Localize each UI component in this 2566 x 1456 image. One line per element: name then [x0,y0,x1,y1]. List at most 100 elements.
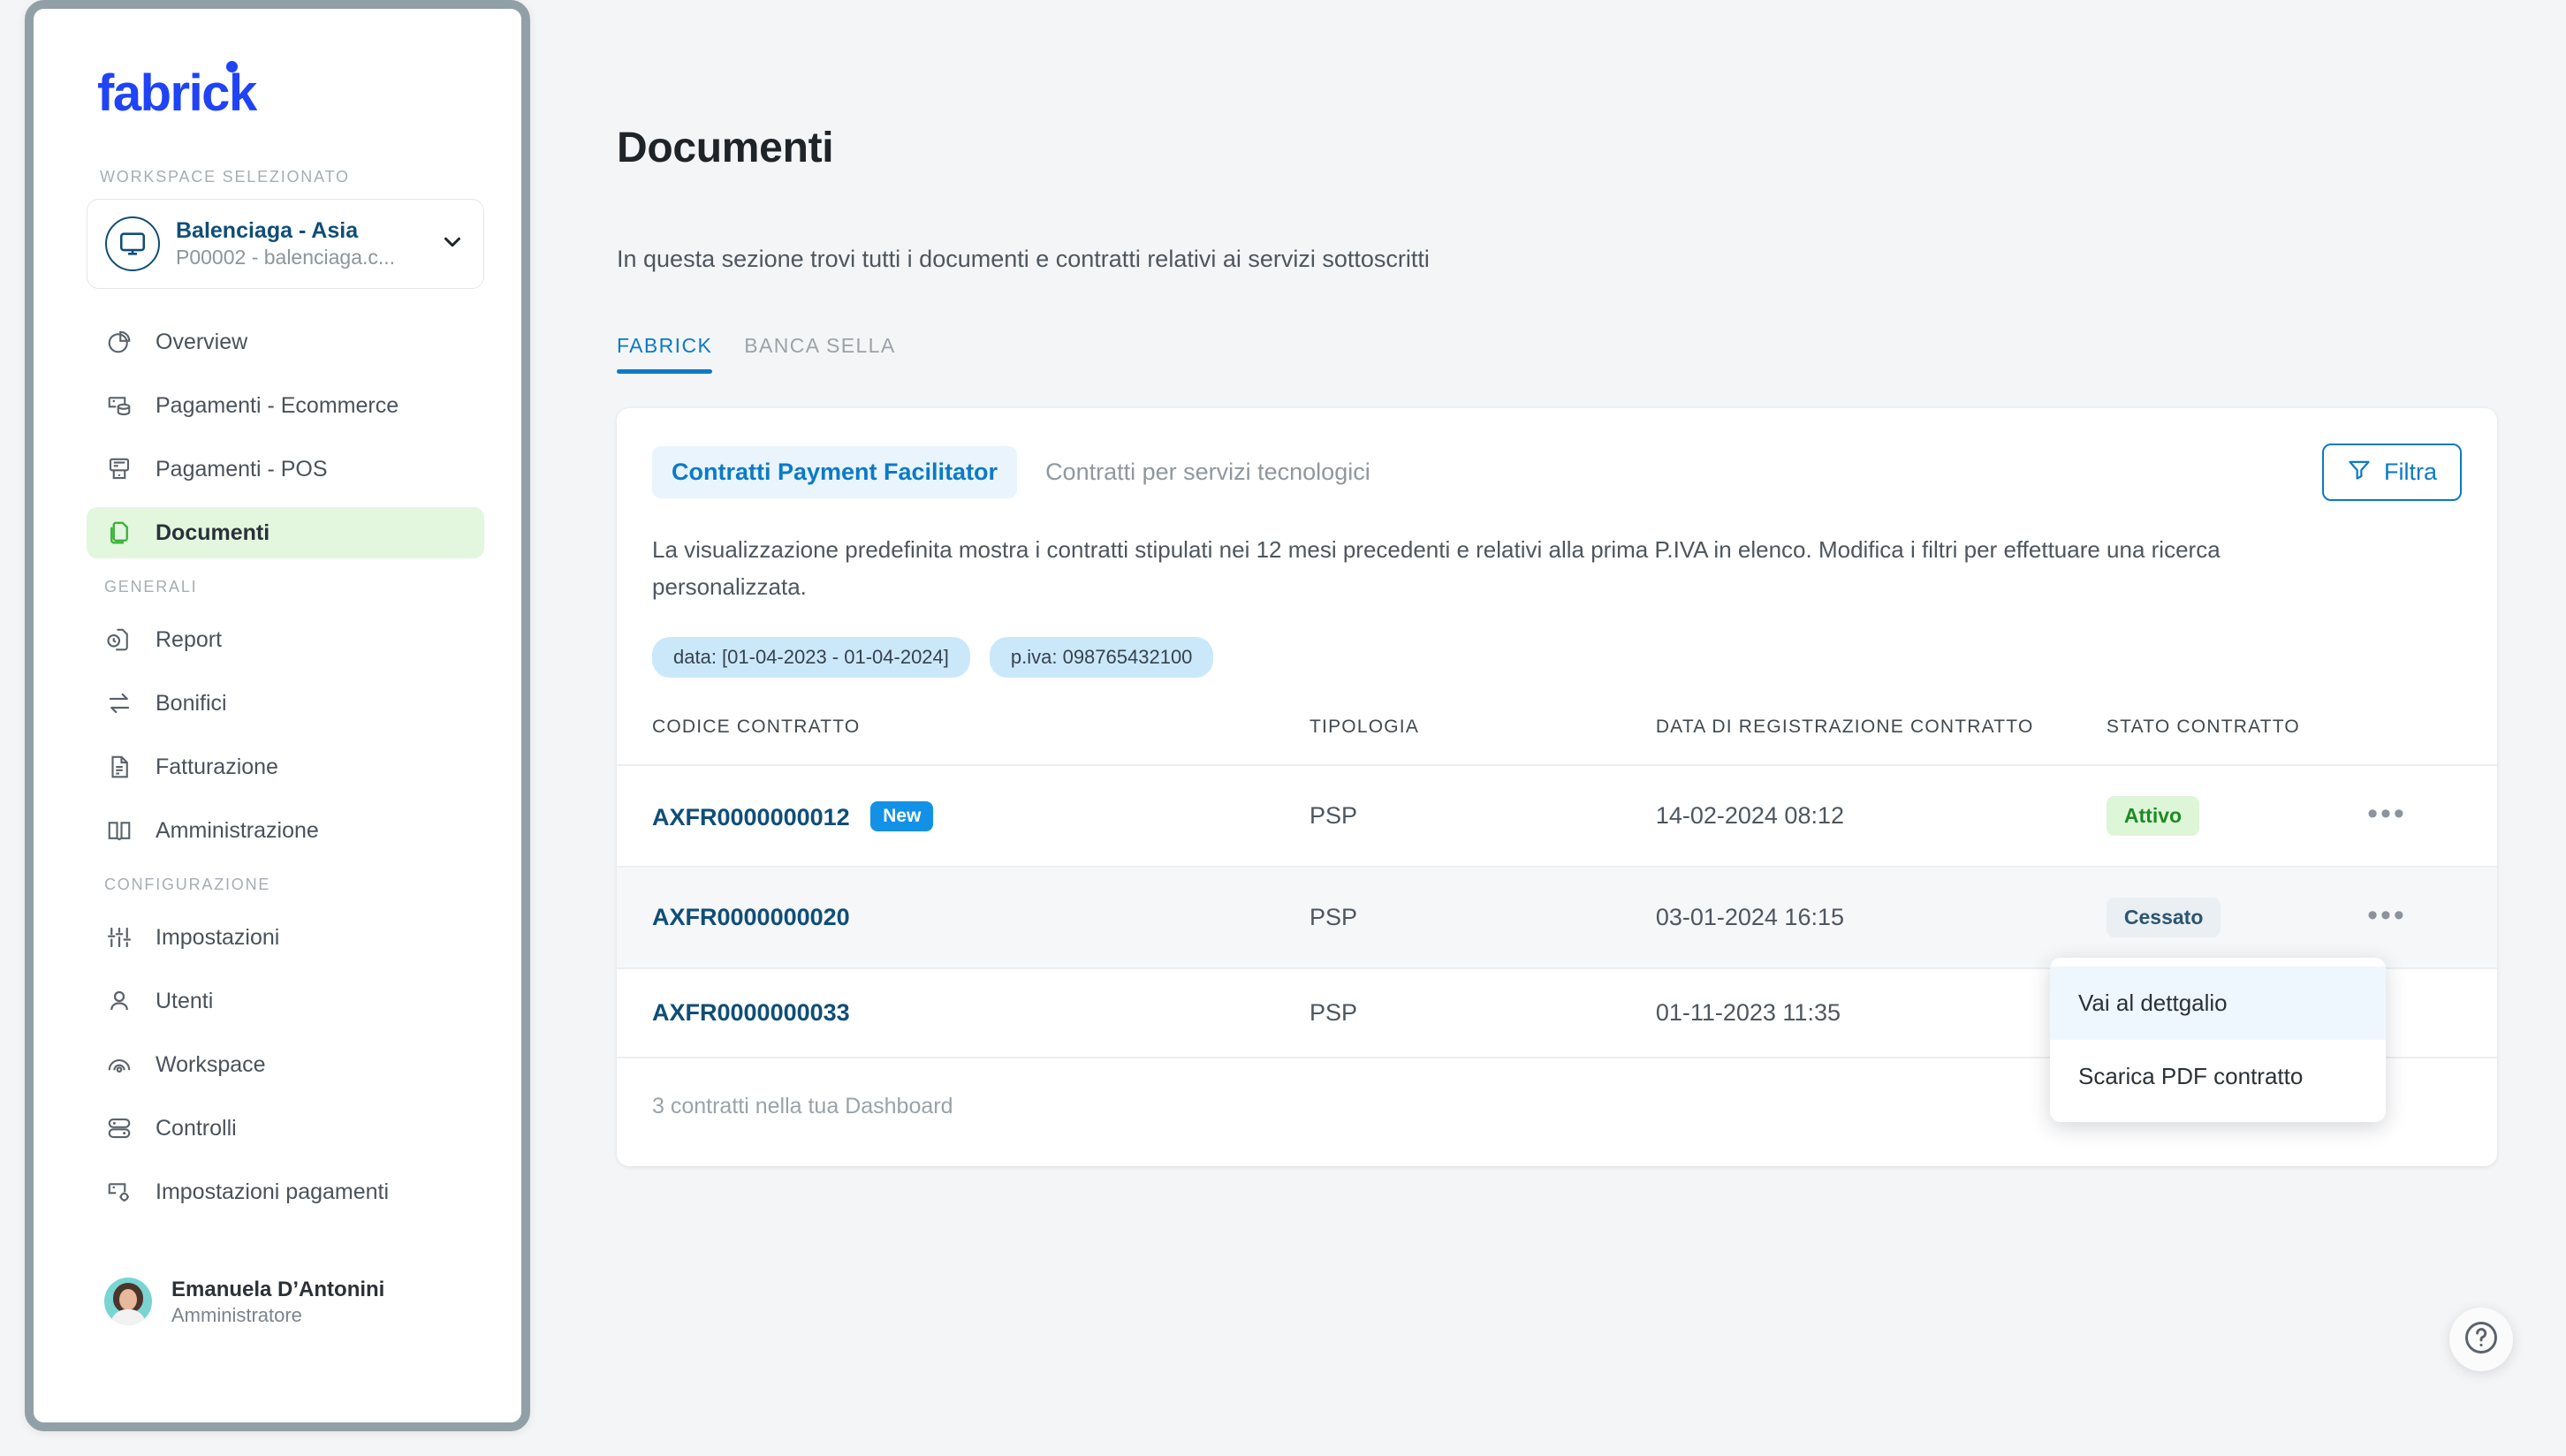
user-role: Amministratore [171,1303,302,1326]
column-header-stato-contratto: STATO CONTRATTO [2106,717,2368,767]
workspace-radar-icon [104,1050,134,1080]
sidebar-item-report[interactable]: Report [87,614,484,665]
contract-code-link[interactable]: AXFR0000000033 [652,999,850,1026]
monitor-icon [105,216,160,271]
main-tabs: FABRICK BANCA SELLA [617,334,896,374]
cell-data-registrazione: 03-01-2024 16:15 [1655,867,2107,970]
payment-settings-icon [104,1177,134,1207]
sidebar-item-label: Documenti [156,519,270,545]
segmented-control: Contratti Payment Facilitator Contratti … [652,446,1390,498]
transfer-arrows-icon [104,688,134,718]
sidebar-item-label: Utenti [156,988,214,1013]
menu-item-scarica-pdf-contratto[interactable]: Scarica PDF contratto [2050,1040,2386,1113]
sidebar-item-controlli[interactable]: Controlli [87,1103,484,1154]
cell-tipologia: PSP [1310,765,1656,868]
sidebar-item-utenti[interactable]: Utenti [87,975,484,1027]
sidebar-item-fatturazione[interactable]: Fatturazione [87,741,484,792]
sidebar-item-label: Fatturazione [156,754,278,779]
table-row[interactable]: AXFR0000000012 New PSP 14-02-2024 08:12 … [617,765,2497,868]
table-header: CODICE CONTRATTO TIPOLOGIA DATA DI REGIS… [617,717,2497,767]
row-actions-menu-button[interactable]: ••• [2367,899,2407,932]
status-badge: Cessato [2106,898,2221,938]
logo-dot-icon [226,61,238,72]
chevron-down-icon[interactable] [439,229,466,260]
sidebar-item-pagamenti-ecommerce[interactable]: Pagamenti - Ecommerce [87,380,484,431]
contract-code-link[interactable]: AXFR0000000020 [652,904,850,930]
sidebar-user-text: Emanuela D’Antonini Amministratore [171,1277,384,1328]
contract-code-link[interactable]: AXFR0000000012 [652,804,850,830]
page-title: Documenti [617,125,834,171]
filter-button-label: Filtra [2384,459,2437,485]
help-button[interactable] [2449,1308,2513,1371]
column-header-tipologia: TIPOLOGIA [1310,717,1656,767]
invoice-icon [104,752,134,782]
sidebar-item-label: Amministrazione [156,817,319,843]
fabrick-logo[interactable]: fabrick [97,61,257,123]
sidebar-item-label: Overview [156,329,248,354]
cell-codice-contratto: AXFR0000000033 [617,968,1310,1059]
sidebar-item-documenti[interactable]: Documenti [87,507,484,558]
cell-codice-contratto: AXFR0000000012 New [617,765,1310,868]
card-header: Contratti Payment Facilitator Contratti … [617,444,2497,501]
row-actions-menu-button[interactable]: ••• [2367,797,2407,830]
filter-chip-piva[interactable]: p.iva: 098765432100 [989,637,1214,679]
status-badge: Attivo [2106,796,2200,837]
user-icon [104,986,134,1016]
cell-stato: Cessato [2106,867,2368,970]
toggles-icon [104,1113,134,1143]
cell-stato: Attivo [2106,765,2368,868]
pie-chart-icon [104,327,134,357]
sidebar-nav: Overview Pagamenti - Ecommerce Pagamenti… [87,316,484,1230]
sidebar-item-amministrazione[interactable]: Amministrazione [87,805,484,856]
table-row[interactable]: AXFR0000000020 PSP 03-01-2024 16:15 Cess… [617,867,2497,970]
sidebar-item-label: Pagamenti - POS [156,456,328,482]
table-header-row: CODICE CONTRATTO TIPOLOGIA DATA DI REGIS… [617,717,2497,767]
workspace-selector[interactable]: Balenciaga - Asia P00002 - balenciaga.c.… [87,199,484,289]
avatar-body [110,1309,146,1326]
sidebar-item-label: Pagamenti - Ecommerce [156,392,399,418]
workspace-section-label: WORKSPACE SELEZIONATO [100,168,350,186]
tab-banca-sella[interactable]: BANCA SELLA [744,334,895,374]
sidebar-item-bonifici[interactable]: Bonifici [87,678,484,729]
sidebar-item-overview[interactable]: Overview [87,316,484,368]
sidebar-item-impostazioni[interactable]: Impostazioni [87,912,484,963]
column-header-actions [2367,717,2497,767]
segment-contratti-payment-facilitator[interactable]: Contratti Payment Facilitator [652,446,1018,498]
menu-item-vai-al-dettaglio[interactable]: Vai al dettgalio [2050,967,2386,1040]
sliders-icon [104,922,134,952]
sidebar-item-label: Workspace [156,1051,266,1077]
cell-actions: ••• [2367,765,2497,868]
filter-chip-data[interactable]: data: [01-04-2023 - 01-04-2024] [652,637,970,679]
sidebar-item-label: Controlli [156,1115,237,1141]
sidebar-item-label: Impostazioni [156,924,280,950]
sidebar: fabrick WORKSPACE SELEZIONATO Balenciaga… [34,9,521,1422]
sidebar-item-label: Report [156,626,223,652]
sidebar-item-label: Bonifici [156,690,227,716]
filter-button[interactable]: Filtra [2322,444,2462,501]
filter-funnel-icon [2347,457,2372,488]
user-name: Emanuela D’Antonini [171,1277,385,1301]
report-clock-icon [104,625,134,655]
sidebar-item-impostazioni-pagamenti[interactable]: Impostazioni pagamenti [87,1166,484,1217]
active-filter-chips: data: [01-04-2023 - 01-04-2024] p.iva: 0… [617,637,2497,679]
segment-contratti-servizi-tecnologici[interactable]: Contratti per servizi tecnologici [1026,446,1390,498]
main-content: Documenti In questa sezione trovi tutti … [548,0,2566,1456]
sidebar-item-pagamenti-pos[interactable]: Pagamenti - POS [87,444,484,495]
tab-fabrick[interactable]: FABRICK [617,334,713,374]
column-header-data-registrazione: DATA DI REGISTRAZIONE CONTRATTO [1655,717,2107,767]
cell-tipologia: PSP [1310,867,1656,970]
help-question-icon [2462,1318,2501,1361]
sidebar-user-profile[interactable]: Emanuela D’Antonini Amministratore [104,1277,384,1328]
documents-icon [104,518,134,548]
card-description: La visualizzazione predefinita mostra i … [652,536,2221,601]
row-actions-dropdown: Vai al dettgalio Scarica PDF contratto [2050,958,2386,1122]
cell-data-registrazione: 01-11-2023 11:35 [1655,968,2107,1059]
cell-data-registrazione: 14-02-2024 08:12 [1655,765,2107,868]
app-root: fabrick WORKSPACE SELEZIONATO Balenciaga… [0,0,2566,1456]
sidebar-item-workspace[interactable]: Workspace [87,1039,484,1090]
sidebar-group-configurazione: CONFIGURAZIONE [104,876,271,893]
sidebar-group-generali: GENERALI [104,578,198,595]
pos-terminal-icon [104,454,134,484]
cell-actions: ••• [2367,867,2497,970]
avatar [104,1278,152,1326]
